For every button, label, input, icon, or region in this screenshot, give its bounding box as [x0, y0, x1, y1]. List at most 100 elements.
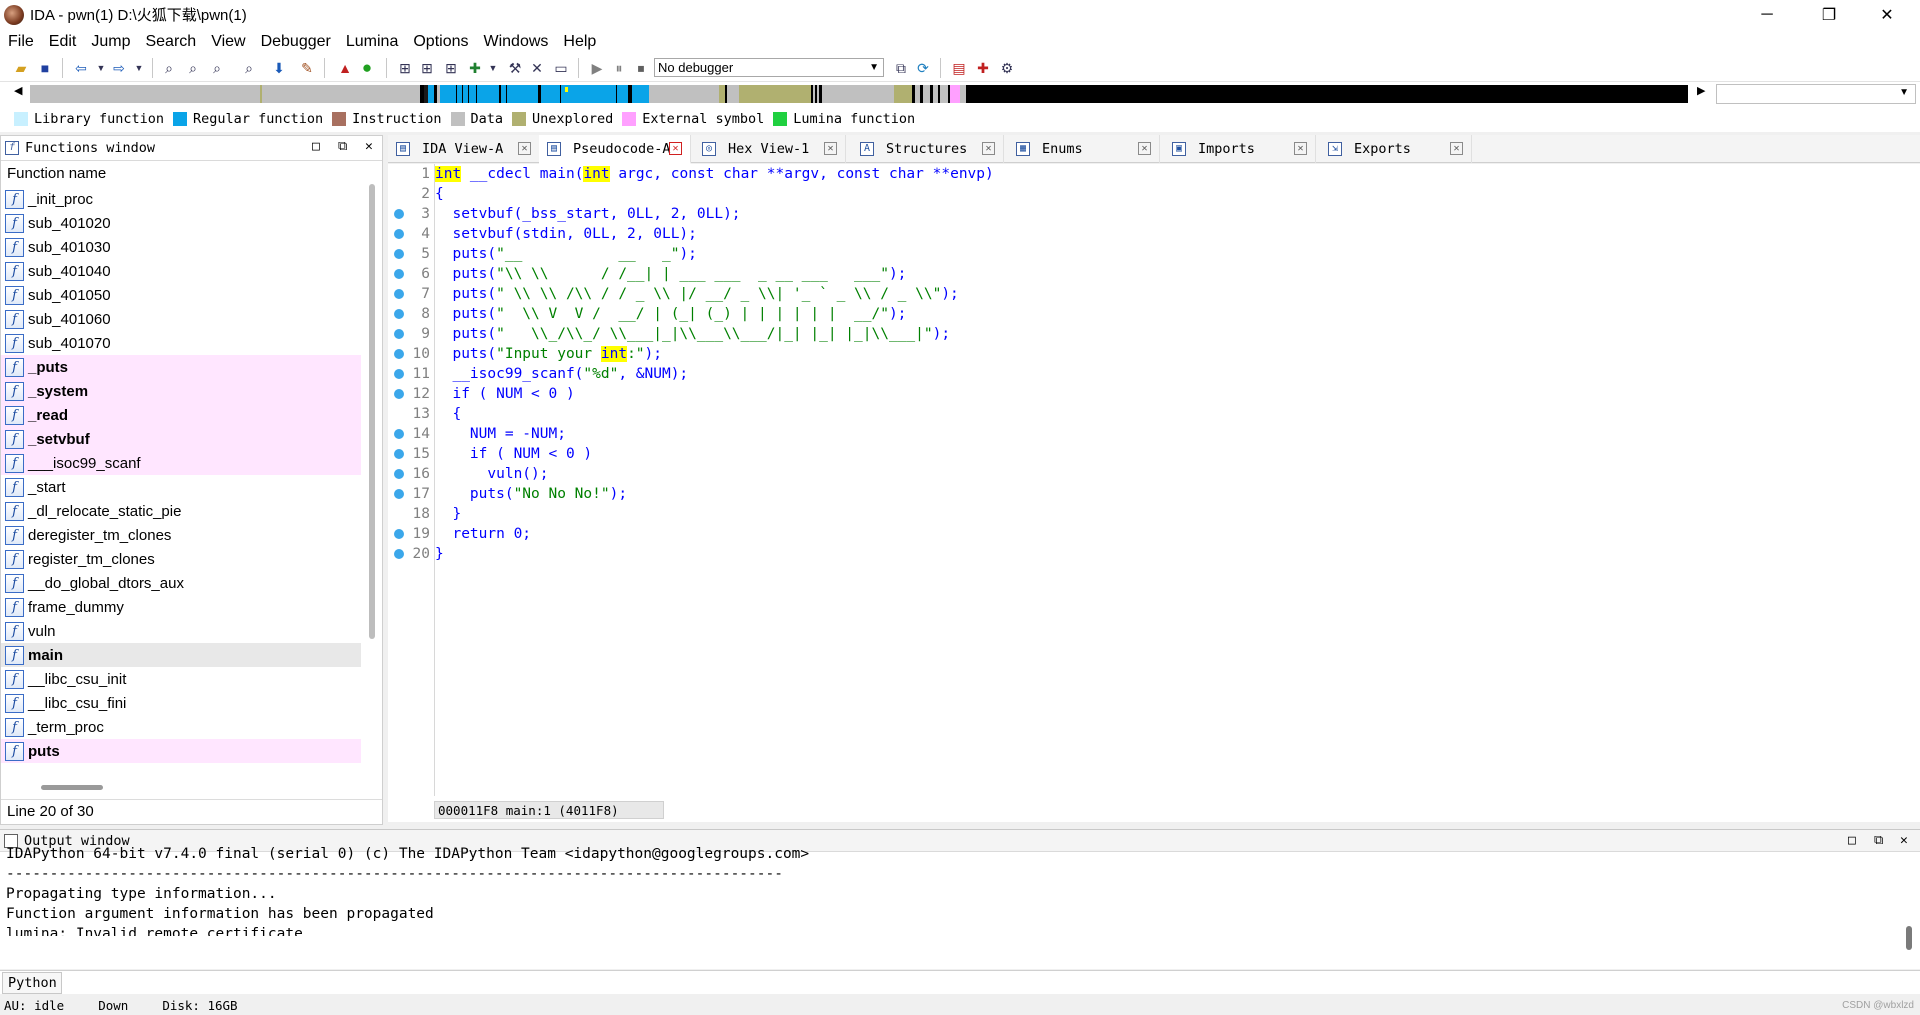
pencil-icon[interactable]: ✎: [298, 59, 316, 77]
binary-search-icon[interactable]: ⌕: [160, 59, 178, 77]
menu-debugger[interactable]: Debugger: [253, 33, 338, 51]
search-next-icon[interactable]: ⌕: [240, 59, 258, 77]
function-icon[interactable]: ⊞: [396, 59, 414, 77]
code-line[interactable]: puts("No No No!");: [435, 484, 627, 504]
command-input[interactable]: [66, 972, 1916, 994]
delete-icon[interactable]: ✕: [528, 59, 546, 77]
tab-imports[interactable]: ▣ Imports ✕: [1164, 135, 1316, 163]
tab-structures[interactable]: A Structures ✕: [852, 135, 1004, 163]
immediate-search-icon[interactable]: ⌕: [208, 59, 226, 77]
forward-dropdown-icon[interactable]: ▼: [130, 59, 148, 77]
function-list-item[interactable]: f sub_401030: [1, 235, 361, 259]
text-search-icon[interactable]: ⌕: [184, 59, 202, 77]
tab-ida-view-a[interactable]: ▤ IDA View-A ✕: [388, 135, 540, 163]
tab-close-icon[interactable]: ✕: [669, 142, 682, 155]
pseudocode-view[interactable]: 1 2 3 4 5 6 7 8 9 10 11 12 13 14 15 16 17 18 19 20 int __cd…: [388, 164, 1920, 822]
function-list-item[interactable]: f _setvbuf: [1, 427, 361, 451]
open-folder-icon[interactable]: ▰: [12, 59, 30, 77]
back-dropdown-icon[interactable]: ▼: [92, 59, 110, 77]
patch-icon[interactable]: ⚒: [506, 59, 524, 77]
play-icon[interactable]: ▶: [588, 59, 606, 77]
run-analysis-icon[interactable]: ●: [358, 59, 376, 77]
menu-view[interactable]: View: [203, 33, 252, 51]
code-line[interactable]: puts(" \\ V V / __/ | (_| (_) | | | | | …: [435, 304, 906, 324]
function-list-item[interactable]: f _read: [1, 403, 361, 427]
code-line[interactable]: puts("__ __ _");: [435, 244, 696, 264]
code-line[interactable]: return 0;: [435, 524, 531, 544]
tab-close-icon[interactable]: ✕: [518, 142, 531, 155]
jump-down-icon[interactable]: ⬇: [270, 59, 288, 77]
menu-jump[interactable]: Jump: [83, 33, 137, 51]
function-list-item[interactable]: f ___isoc99_scanf: [1, 451, 361, 475]
function-list-item[interactable]: f _system: [1, 379, 361, 403]
function-list-item[interactable]: f puts: [1, 739, 361, 763]
python-language-button[interactable]: Python: [2, 972, 62, 994]
back-arrow-icon[interactable]: ⇦: [72, 59, 90, 77]
code-line[interactable]: {: [435, 184, 444, 204]
tab-close-icon[interactable]: ✕: [1450, 142, 1463, 155]
function-list-item[interactable]: f sub_401020: [1, 211, 361, 235]
forward-arrow-icon[interactable]: ⇨: [110, 59, 128, 77]
tab-exports[interactable]: ⇲ Exports ✕: [1320, 135, 1472, 163]
tab-close-icon[interactable]: ✕: [1138, 142, 1151, 155]
create-struct-icon[interactable]: ⊞: [442, 59, 460, 77]
functions-horizontal-scrollbar[interactable]: [41, 785, 103, 790]
tab-enums[interactable]: ▦ Enums ✕: [1008, 135, 1160, 163]
function-list-item[interactable]: f __libc_csu_fini: [1, 691, 361, 715]
tab-hex-view-1[interactable]: ◎ Hex View-1 ✕: [694, 135, 846, 163]
nav-segment-select[interactable]: ▼: [1716, 84, 1916, 104]
function-list-item[interactable]: f _term_proc: [1, 715, 361, 739]
pause-icon[interactable]: ⏸: [610, 59, 628, 77]
code-line[interactable]: NUM = -NUM;: [435, 424, 566, 444]
function-list-item[interactable]: f _puts: [1, 355, 361, 379]
function-list-item[interactable]: f main: [1, 643, 361, 667]
menu-search[interactable]: Search: [137, 33, 203, 51]
save-icon[interactable]: ■: [36, 59, 54, 77]
tab-pseudocode-a[interactable]: ▤ Pseudocode-A ✕: [539, 135, 691, 164]
function-list-item[interactable]: f sub_401070: [1, 331, 361, 355]
function-name-column-header[interactable]: Function name: [1, 161, 382, 187]
function-list-item[interactable]: f _init_proc: [1, 187, 361, 211]
panel-close-icon[interactable]: ✕: [1900, 833, 1908, 848]
function-list-item[interactable]: f frame_dummy: [1, 595, 361, 619]
pseudocode-text[interactable]: int __cdecl main(int argc, const char **…: [434, 164, 1920, 796]
tools-icon[interactable]: ⚙: [998, 59, 1016, 77]
nav-left-arrow-icon[interactable]: ◀: [14, 84, 22, 97]
function-list-item[interactable]: f _start: [1, 475, 361, 499]
function-list-item[interactable]: f __do_global_dtors_aux: [1, 571, 361, 595]
code-line[interactable]: vuln();: [435, 464, 548, 484]
output-text[interactable]: IDAPython 64-bit v7.4.0 final (serial 0)…: [6, 844, 1886, 936]
attach-icon[interactable]: ⧉: [892, 59, 910, 77]
function-list-item[interactable]: f sub_401060: [1, 307, 361, 331]
navigation-bar[interactable]: [30, 85, 1688, 103]
stop-icon[interactable]: ⏹: [632, 59, 650, 77]
code-line[interactable]: puts(" \\ \\ /\\ / / _ \\ |/ __/ _ \\| '…: [435, 284, 958, 304]
image-icon[interactable]: ▭: [552, 59, 570, 77]
code-line[interactable]: if ( NUM < 0 ): [435, 384, 574, 404]
refresh-icon[interactable]: ⟳: [914, 59, 932, 77]
tab-close-icon[interactable]: ✕: [982, 142, 995, 155]
close-window-button[interactable]: ✕: [1864, 0, 1910, 29]
function-list-item[interactable]: f _dl_relocate_static_pie: [1, 499, 361, 523]
code-line[interactable]: int __cdecl main(int argc, const char **…: [435, 164, 994, 184]
menu-edit[interactable]: Edit: [41, 33, 84, 51]
code-line[interactable]: __isoc99_scanf("%d", &NUM);: [435, 364, 688, 384]
code-line[interactable]: puts("Input your int:");: [435, 344, 662, 364]
code-line[interactable]: }: [435, 504, 461, 524]
code-line[interactable]: }: [435, 544, 444, 564]
debugger-select[interactable]: No debugger ▼: [654, 58, 884, 77]
graph-icon[interactable]: ▲: [336, 59, 354, 77]
code-line[interactable]: puts("\\ \\ / /__| | ___ ___ _ __ ___ __…: [435, 264, 906, 284]
breakpoint-list-icon[interactable]: ▤: [950, 59, 968, 77]
menu-help[interactable]: Help: [555, 33, 603, 51]
functions-vertical-scrollbar[interactable]: [369, 184, 375, 639]
code-line[interactable]: puts(" \\_/\\_/ \\___|_|\\___\\___/|_| |…: [435, 324, 950, 344]
menu-lumina[interactable]: Lumina: [338, 33, 405, 51]
maximize-button[interactable]: ❐: [1806, 0, 1852, 29]
function-list-item[interactable]: f vuln: [1, 619, 361, 643]
segment-icon[interactable]: ⊞: [418, 59, 436, 77]
function-list-item[interactable]: f sub_401050: [1, 283, 361, 307]
menu-windows[interactable]: Windows: [475, 33, 555, 51]
function-list-item[interactable]: f __libc_csu_init: [1, 667, 361, 691]
menu-options[interactable]: Options: [405, 33, 475, 51]
